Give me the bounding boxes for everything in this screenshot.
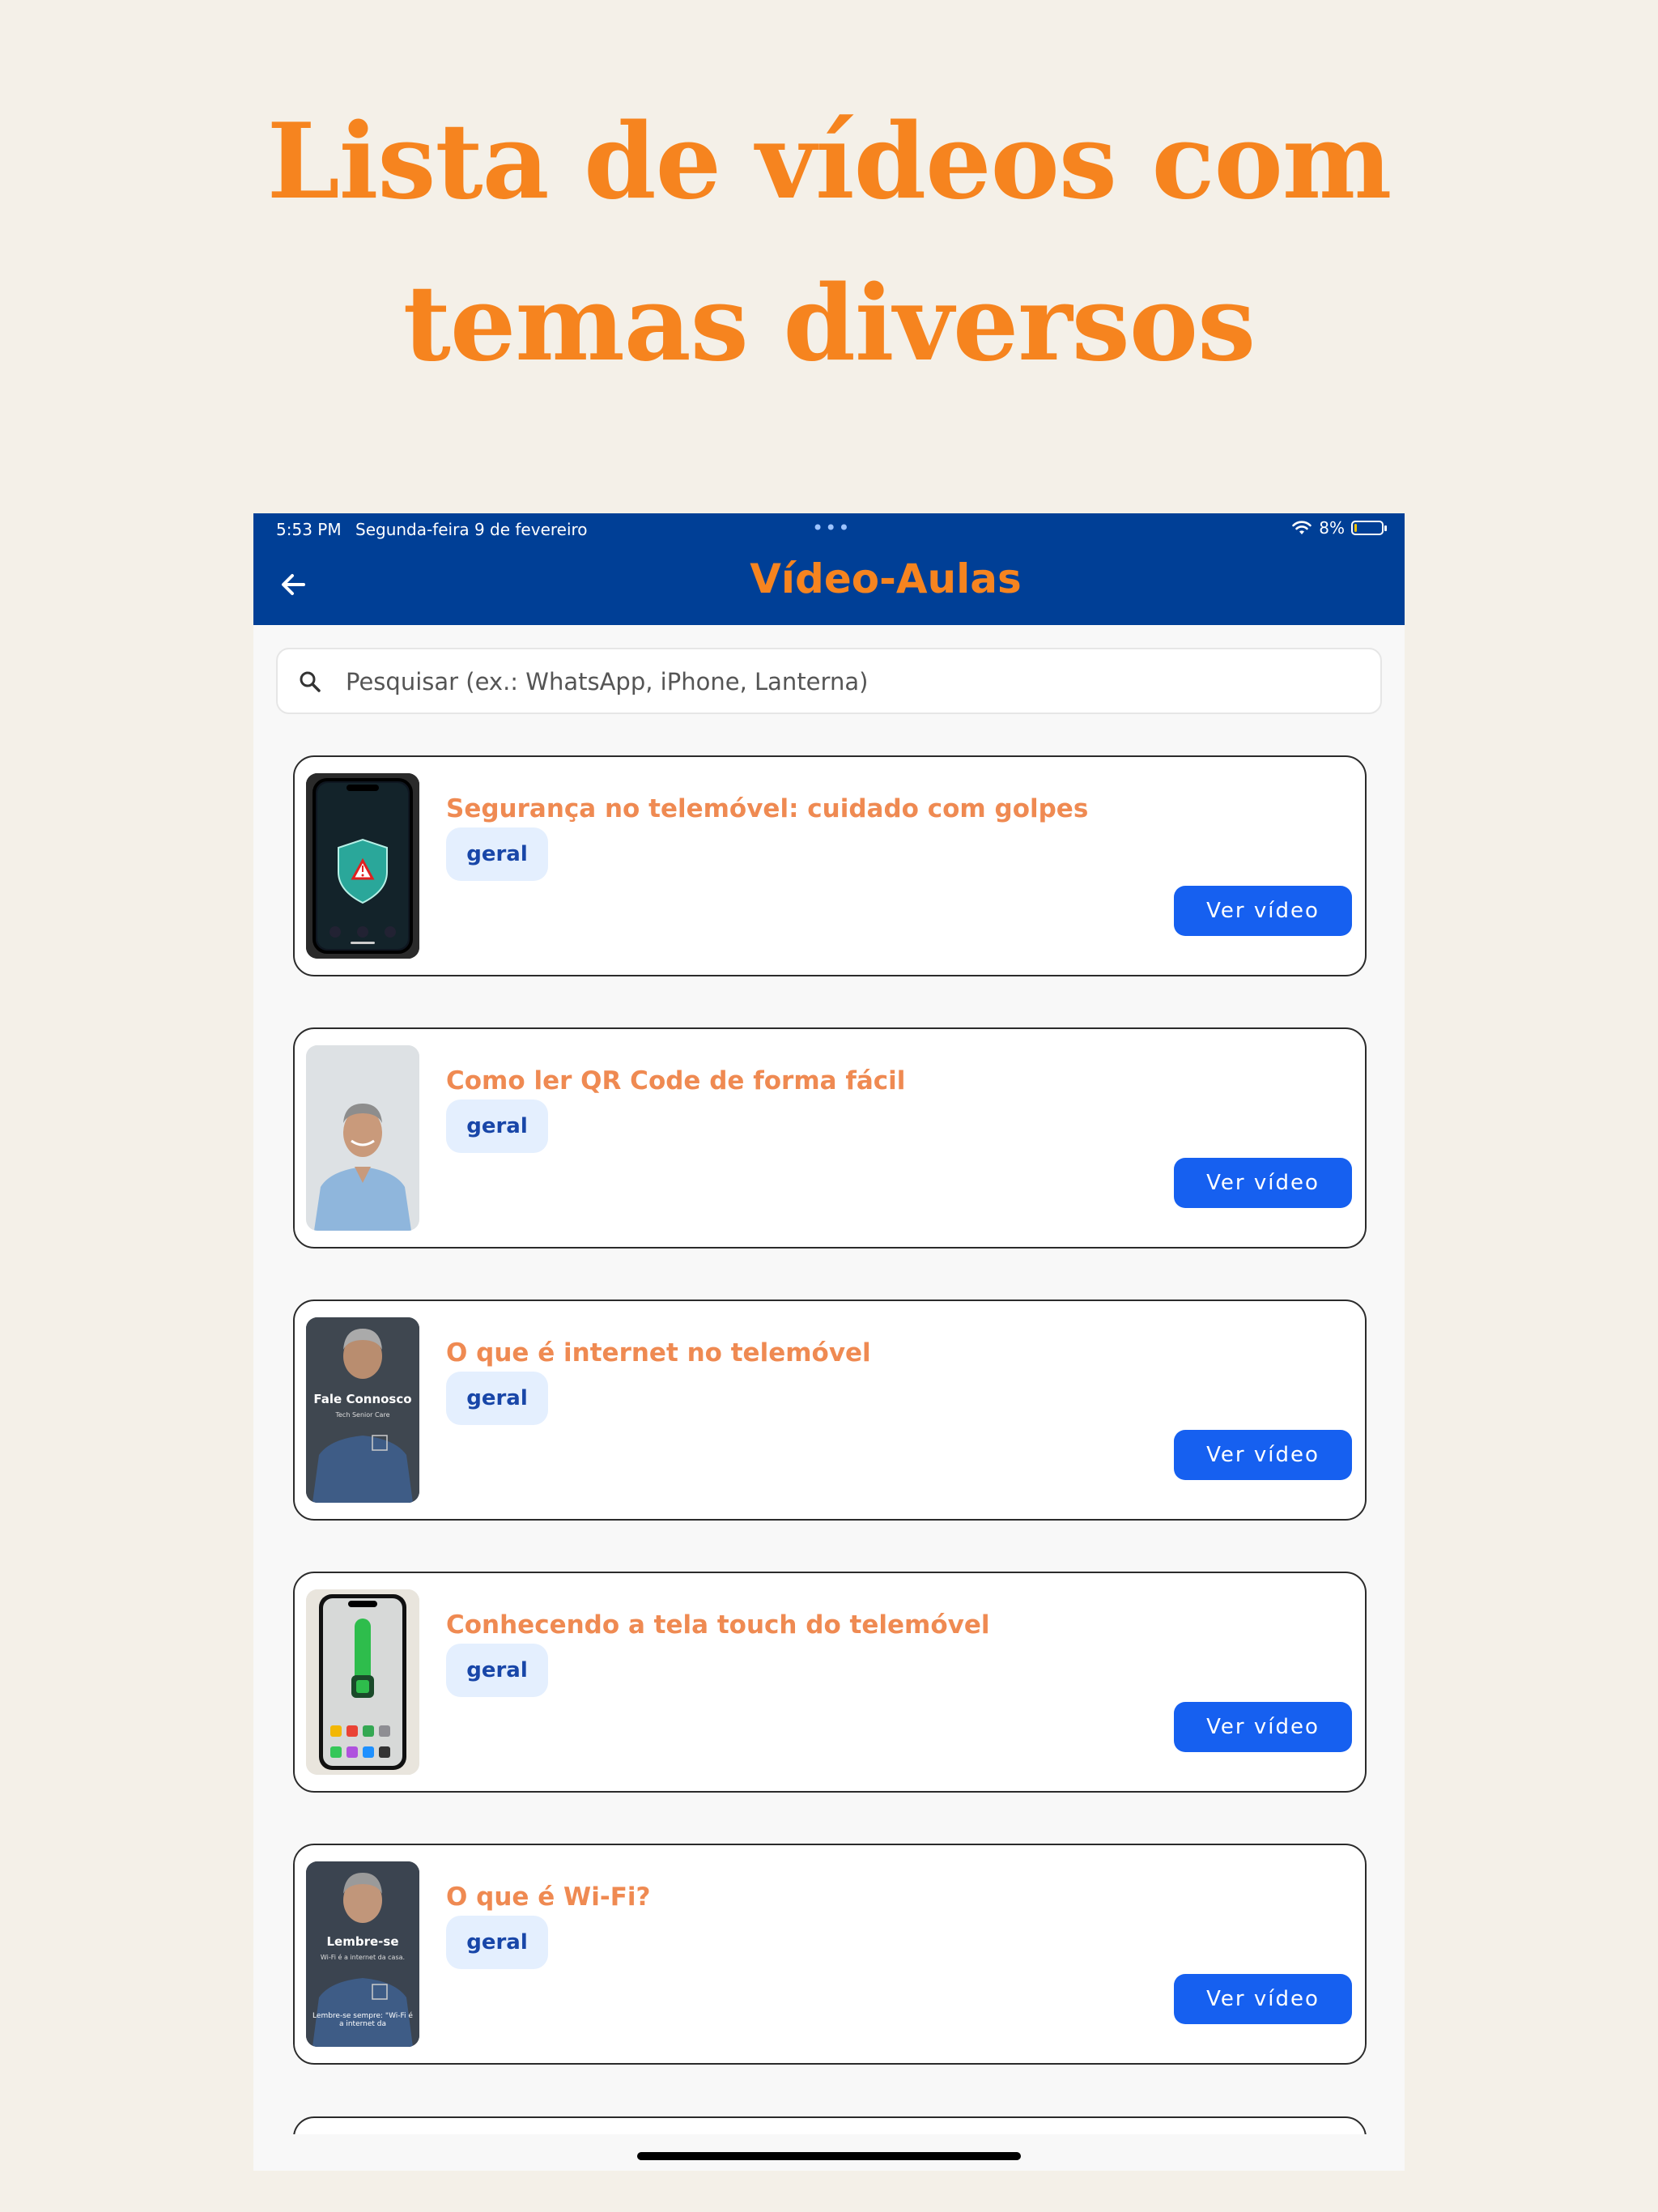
- presenter-thumbnail-icon: [306, 1317, 419, 1503]
- watch-video-button[interactable]: Ver vídeo: [1174, 1430, 1352, 1480]
- presenter-thumbnail-icon: [306, 1045, 419, 1231]
- home-indicator[interactable]: [637, 2152, 1021, 2160]
- page-title: Vídeo-Aulas: [750, 555, 1022, 602]
- video-card[interactable]: Lembre-se Wi-Fi é a internet da casa. Le…: [293, 1844, 1367, 2065]
- watch-video-button[interactable]: Ver vídeo: [1174, 886, 1352, 936]
- battery-level: [1354, 524, 1357, 532]
- video-title: O que é Wi-Fi?: [446, 1882, 651, 1912]
- video-title: Conhecendo a tela touch do telemóvel: [446, 1610, 990, 1640]
- video-card[interactable]: Segurança no telemóvel: cuidado com golp…: [293, 755, 1367, 976]
- tablet-screen: 5:53 PM Segunda-feira 9 de fevereiro •••…: [253, 513, 1405, 2171]
- thumbnail-subcaption: Wi-Fi é a internet da casa.: [320, 1954, 406, 1961]
- video-card[interactable]: Como ler QR Code de forma fácil geral Ve…: [293, 1027, 1367, 1249]
- category-tag: geral: [446, 827, 548, 881]
- status-right: 8%: [1291, 518, 1387, 538]
- battery-icon: [1351, 521, 1387, 535]
- category-tag: geral: [446, 1372, 548, 1425]
- promo-headline: Lista de vídeos com temas diversos: [0, 81, 1658, 405]
- thumbnail-footer: Lembre-se sempre: "Wi-Fi é a internet da: [312, 2012, 413, 2028]
- touchscreen-phone-thumbnail-icon: [306, 1589, 419, 1775]
- video-title: O que é internet no telemóvel: [446, 1338, 871, 1368]
- battery-percent: 8%: [1319, 518, 1345, 538]
- video-title: Como ler QR Code de forma fácil: [446, 1066, 906, 1095]
- thumbnail-caption: Fale Connosco: [313, 1392, 412, 1406]
- phone-shield-thumbnail-icon: [306, 773, 419, 959]
- headline-line-2: temas diversos: [402, 263, 1256, 385]
- category-tag: geral: [446, 1100, 548, 1153]
- headline-line-1: Lista de vídeos com: [266, 101, 1392, 223]
- video-thumbnail[interactable]: [306, 773, 419, 959]
- watch-video-button[interactable]: Ver vídeo: [1174, 1158, 1352, 1208]
- watch-video-button[interactable]: Ver vídeo: [1174, 1974, 1352, 2024]
- app-bar: 5:53 PM Segunda-feira 9 de fevereiro •••…: [253, 513, 1405, 625]
- video-title: Segurança no telemóvel: cuidado com golp…: [446, 794, 1089, 823]
- thumbnail-subcaption: Tech Senior Care: [335, 1411, 390, 1419]
- status-date: Segunda-feira 9 de fevereiro: [355, 520, 588, 539]
- video-thumbnail[interactable]: Lembre-se Wi-Fi é a internet da casa. Le…: [306, 1861, 419, 2047]
- category-tag: geral: [446, 1644, 548, 1697]
- thumbnail-caption: Lembre-se: [326, 1934, 399, 1949]
- search-icon: [300, 671, 321, 692]
- category-tag: geral: [446, 1916, 548, 1969]
- search-bar[interactable]: [276, 648, 1382, 714]
- wifi-icon: [1292, 521, 1312, 534]
- video-card[interactable]: Fale Connosco Tech Senior Care O que é i…: [293, 1300, 1367, 1521]
- video-thumbnail[interactable]: [306, 1045, 419, 1231]
- watch-video-button[interactable]: Ver vídeo: [1174, 1702, 1352, 1752]
- video-thumbnail[interactable]: Fale Connosco Tech Senior Care: [306, 1317, 419, 1503]
- search-input[interactable]: [344, 649, 1367, 714]
- video-card[interactable]: Conhecendo a tela touch do telemóvel ger…: [293, 1572, 1367, 1793]
- video-thumbnail[interactable]: [306, 1589, 419, 1775]
- status-time: 5:53 PM: [276, 520, 342, 539]
- multitasking-dots[interactable]: •••: [812, 517, 851, 539]
